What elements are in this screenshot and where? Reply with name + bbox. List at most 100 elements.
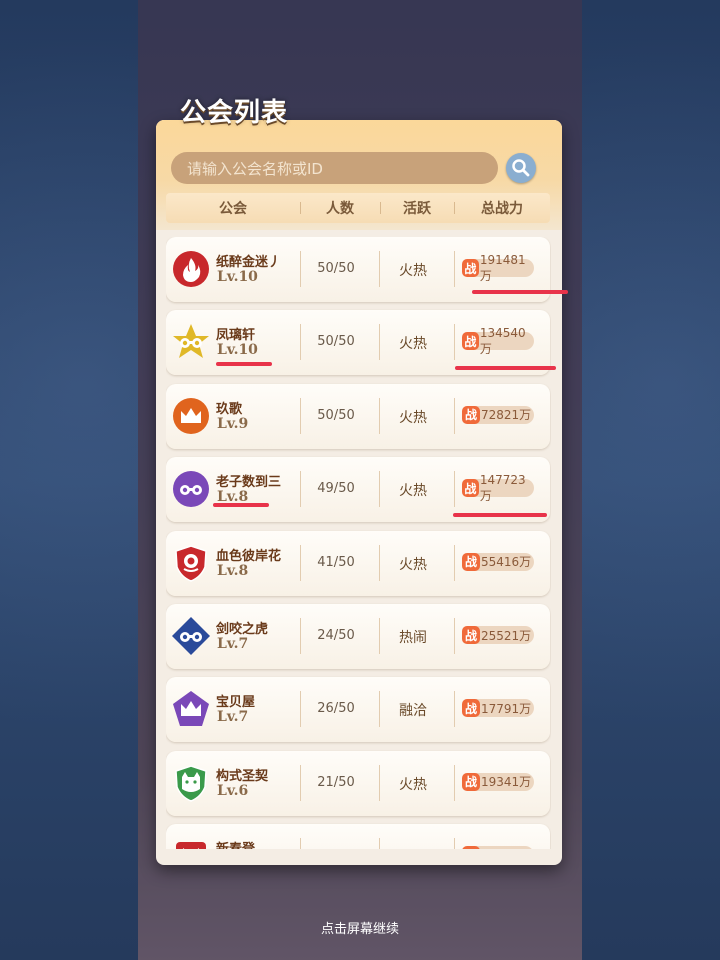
column-divider: [454, 691, 455, 728]
power-badge: 战 19341万: [462, 772, 534, 791]
header-activity: 活跃: [380, 198, 454, 218]
guild-activity: 融洽: [399, 703, 427, 720]
guild-power: 191481万: [479, 252, 526, 283]
guild-power: 134540万: [479, 325, 526, 356]
guild-level: Lv.6: [217, 782, 249, 799]
crown-pentagon-emblem-icon: [171, 689, 211, 729]
column-divider: [379, 838, 380, 849]
guild-name: 宝贝屋: [216, 695, 256, 711]
annotation-underline: [213, 503, 269, 507]
guild-name: 新春登: [216, 838, 255, 849]
guild-activity: 热闹: [399, 630, 427, 646]
column-divider: [454, 324, 455, 361]
annotation-underline: [453, 513, 547, 517]
ribbon-emblem-icon: [171, 836, 211, 849]
guild-members: 24/50: [317, 628, 355, 643]
column-divider: [454, 251, 455, 287]
header-power: 总战力: [454, 198, 550, 218]
page-title: 公会列表: [180, 98, 289, 128]
search-button[interactable]: [506, 153, 536, 183]
guild-activity: 火热: [399, 776, 427, 793]
power-badge: 战 25521万: [462, 626, 534, 644]
column-divider: [300, 838, 301, 849]
power-icon: 战: [462, 699, 480, 718]
column-divider: [300, 324, 301, 361]
goggles-star-emblem-icon: [171, 322, 211, 362]
guild-name: 凤璃轩: [216, 328, 256, 344]
search-icon: [512, 159, 530, 177]
guild-level: Lv.7: [217, 709, 249, 726]
power-icon: 战: [462, 552, 480, 571]
column-divider: [454, 764, 455, 801]
header-members: 人数: [300, 198, 380, 218]
background-right: [582, 0, 720, 960]
flame-emblem-icon: [171, 249, 211, 289]
guild-members: 41/50: [317, 554, 355, 570]
column-divider: [300, 471, 301, 508]
guild-row[interactable]: 玖歌 Lv.9 50/50 火热 战 72821万: [166, 383, 550, 449]
guild-activity: 火热: [399, 336, 427, 353]
column-divider: [300, 544, 301, 581]
guild-activity: 火热: [399, 409, 427, 426]
guild-name: 老子数到三: [216, 475, 282, 491]
guild-level: Lv.10: [217, 269, 258, 285]
tap-to-continue-hint[interactable]: 点击屏幕继续: [0, 918, 720, 937]
guild-row[interactable]: 新春登战: [166, 824, 550, 849]
column-divider: [300, 251, 301, 287]
cat-shield-emblem-icon: [171, 763, 211, 803]
column-divider: [300, 618, 301, 654]
column-divider: [454, 544, 455, 581]
guild-row[interactable]: 构式圣契 Lv.6 21/50 火热 战 19341万: [166, 750, 550, 816]
guild-members: 50/50: [317, 334, 355, 350]
search-input[interactable]: 请输入公会名称或ID: [171, 152, 498, 184]
annotation-underline: [472, 290, 568, 294]
guild-power: 55416万: [481, 555, 532, 570]
power-badge: 战 72821万: [462, 405, 534, 424]
rose-shield-emblem-icon: [171, 543, 211, 583]
power-icon: 战: [462, 772, 480, 791]
guild-activity: 火热: [399, 483, 427, 500]
column-divider: [454, 397, 455, 434]
search-placeholder: 请输入公会名称或ID: [187, 159, 323, 178]
annotation-underline: [216, 362, 272, 366]
guild-members: 50/50: [317, 407, 355, 423]
guild-members: 49/50: [317, 481, 355, 497]
power-icon: 战: [462, 332, 479, 351]
guild-name: 血色彼岸花: [216, 548, 282, 564]
column-divider: [300, 397, 301, 434]
power-icon: 战: [462, 479, 479, 498]
guild-power: 25521万: [481, 628, 532, 643]
guild-name: 玖歌: [216, 401, 243, 417]
background-left: [0, 0, 138, 960]
goggles-emblem-icon: [171, 469, 211, 509]
power-icon: 战: [462, 405, 480, 424]
guild-level: Lv.9: [217, 415, 249, 432]
guild-members: 21/50: [317, 774, 355, 790]
guild-row[interactable]: 剑咬之虎 Lv.7 24/50 热闹 战 25521万: [166, 604, 550, 669]
guild-level: Lv.7: [217, 636, 249, 652]
guild-row[interactable]: 宝贝屋 Lv.7 26/50 融洽 战 17791万: [166, 677, 550, 743]
column-divider: [300, 764, 301, 801]
power-badge: 战 147723万: [462, 473, 534, 503]
guild-power: 17791万: [481, 701, 532, 716]
guild-power: 19341万: [481, 775, 532, 790]
column-divider: [454, 471, 455, 508]
guild-row[interactable]: 血色彼岸花 Lv.8 41/50 火热 战 55416万: [166, 530, 550, 596]
power-badge: 战 134540万: [462, 326, 534, 356]
guild-activity: 火热: [399, 263, 427, 279]
guild-level: Lv.8: [217, 562, 249, 579]
guild-power: 147723万: [479, 472, 526, 503]
guild-list[interactable]: 纸醉金迷丿 Lv.10 50/50 火热战 191481万 凤璃轩 Lv.10 50/50 火热…: [166, 237, 551, 849]
header-guild: 公会: [219, 201, 247, 217]
guild-members: 50/50: [317, 261, 355, 276]
power-icon: 战: [462, 626, 480, 644]
column-divider: [300, 691, 301, 728]
guild-name: 纸醉金迷丿: [216, 255, 282, 270]
power-badge: 战 55416万: [462, 552, 534, 571]
guild-power: 72821万: [481, 408, 532, 423]
guild-name: 剑咬之虎: [216, 622, 269, 637]
goggles-diamond-emblem-icon: [171, 616, 211, 656]
column-divider: [454, 838, 455, 849]
guild-members: 26/50: [317, 701, 355, 717]
guild-level: Lv.10: [217, 342, 258, 359]
